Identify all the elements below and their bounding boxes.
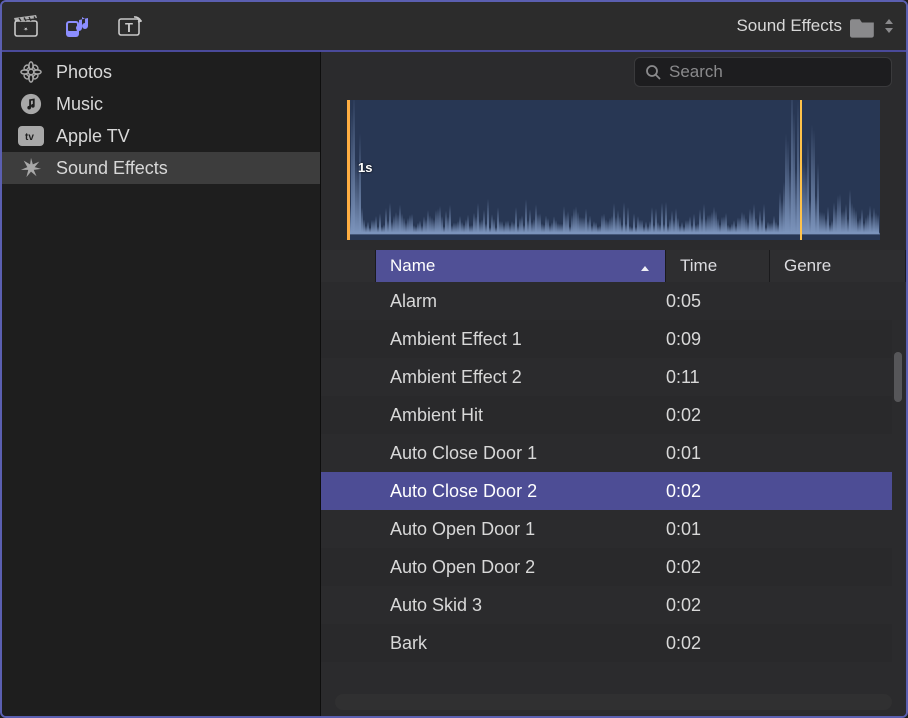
cell-time: 0:02: [666, 633, 770, 654]
cell-name: Alarm: [376, 291, 666, 312]
results-table: Name Time Genre Alarm0:05Ambient Effect …: [321, 250, 906, 694]
table-row[interactable]: Alarm0:05: [321, 282, 892, 320]
table-body[interactable]: Alarm0:05Ambient Effect 10:09Ambient Eff…: [321, 282, 906, 694]
sidebar-item-photos[interactable]: Photos: [2, 56, 320, 88]
flower-icon: [18, 61, 44, 83]
waveform-svg: [350, 100, 880, 240]
appletv-icon: tv: [18, 125, 44, 147]
sidebar-item-label: Photos: [56, 62, 112, 83]
audio-media-icon[interactable]: [66, 15, 90, 37]
chevron-updown-icon: [884, 19, 894, 33]
search-icon: [645, 64, 661, 80]
music-icon: [18, 93, 44, 115]
folder-icon: [850, 16, 876, 36]
cell-name: Ambient Hit: [376, 405, 666, 426]
col-time-label: Time: [680, 256, 717, 276]
cell-name: Auto Open Door 1: [376, 519, 666, 540]
table-row[interactable]: Ambient Hit0:02: [321, 396, 892, 434]
library-picker[interactable]: Sound Effects: [736, 16, 894, 36]
table-row[interactable]: Auto Skid 30:02: [321, 586, 892, 624]
app-window: T Sound Effects Photos Music tv Apple TV Sou…: [0, 0, 908, 718]
horizontal-scrollbar[interactable]: [335, 694, 892, 710]
table-row[interactable]: Bark0:02: [321, 624, 892, 662]
sidebar-item-label: Apple TV: [56, 126, 130, 147]
cell-time: 0:02: [666, 595, 770, 616]
cell-time: 0:01: [666, 519, 770, 540]
col-genre[interactable]: Genre: [770, 250, 906, 282]
cell-name: Ambient Effect 2: [376, 367, 666, 388]
col-name-label: Name: [390, 256, 435, 276]
table-row[interactable]: Ambient Effect 20:11: [321, 358, 892, 396]
cell-name: Auto Open Door 2: [376, 557, 666, 578]
sidebar-item-sound-effects[interactable]: Sound Effects: [2, 152, 320, 184]
cell-time: 0:09: [666, 329, 770, 350]
sidebar-item-music[interactable]: Music: [2, 88, 320, 120]
col-genre-label: Genre: [784, 256, 831, 276]
cell-name: Ambient Effect 1: [376, 329, 666, 350]
cell-time: 0:05: [666, 291, 770, 312]
sort-ascending-icon: [639, 260, 651, 272]
waveform-preview[interactable]: 1s: [347, 100, 880, 240]
cell-name: Auto Close Door 1: [376, 443, 666, 464]
table-row[interactable]: Ambient Effect 10:09: [321, 320, 892, 358]
titles-icon[interactable]: T: [118, 15, 142, 37]
cell-name: Auto Skid 3: [376, 595, 666, 616]
cell-name: Auto Close Door 2: [376, 481, 666, 502]
col-time[interactable]: Time: [666, 250, 770, 282]
col-blank[interactable]: [321, 250, 376, 282]
cell-name: Bark: [376, 633, 666, 654]
vertical-scrollbar[interactable]: [894, 352, 902, 402]
table-row[interactable]: Auto Open Door 10:01: [321, 510, 892, 548]
browser-topbar: [321, 52, 906, 92]
cell-time: 0:01: [666, 443, 770, 464]
titlebar: T Sound Effects: [2, 2, 906, 52]
table-row[interactable]: Auto Close Door 20:02: [321, 472, 892, 510]
cell-time: 0:11: [666, 367, 770, 388]
sidebar: Photos Music tv Apple TV Sound Effects: [2, 52, 320, 716]
col-name[interactable]: Name: [376, 250, 666, 282]
cell-time: 0:02: [666, 405, 770, 426]
search-input[interactable]: [669, 62, 881, 82]
clapperboard-icon[interactable]: [14, 15, 38, 37]
table-row[interactable]: Auto Close Door 10:01: [321, 434, 892, 472]
sidebar-item-label: Music: [56, 94, 103, 115]
library-label: Sound Effects: [736, 16, 842, 36]
svg-text:T: T: [125, 20, 133, 35]
sidebar-item-label: Sound Effects: [56, 158, 168, 179]
table-row[interactable]: Auto Open Door 20:02: [321, 548, 892, 586]
svg-text:tv: tv: [25, 132, 34, 143]
table-header: Name Time Genre: [321, 250, 906, 282]
cell-time: 0:02: [666, 557, 770, 578]
main-panel: 1s Name Time Genre: [320, 52, 906, 716]
sidebar-item-apple-tv[interactable]: tv Apple TV: [2, 120, 320, 152]
burst-icon: [18, 157, 44, 179]
cell-time: 0:02: [666, 481, 770, 502]
waveform-timecode: 1s: [358, 160, 372, 175]
search-field[interactable]: [634, 57, 892, 87]
